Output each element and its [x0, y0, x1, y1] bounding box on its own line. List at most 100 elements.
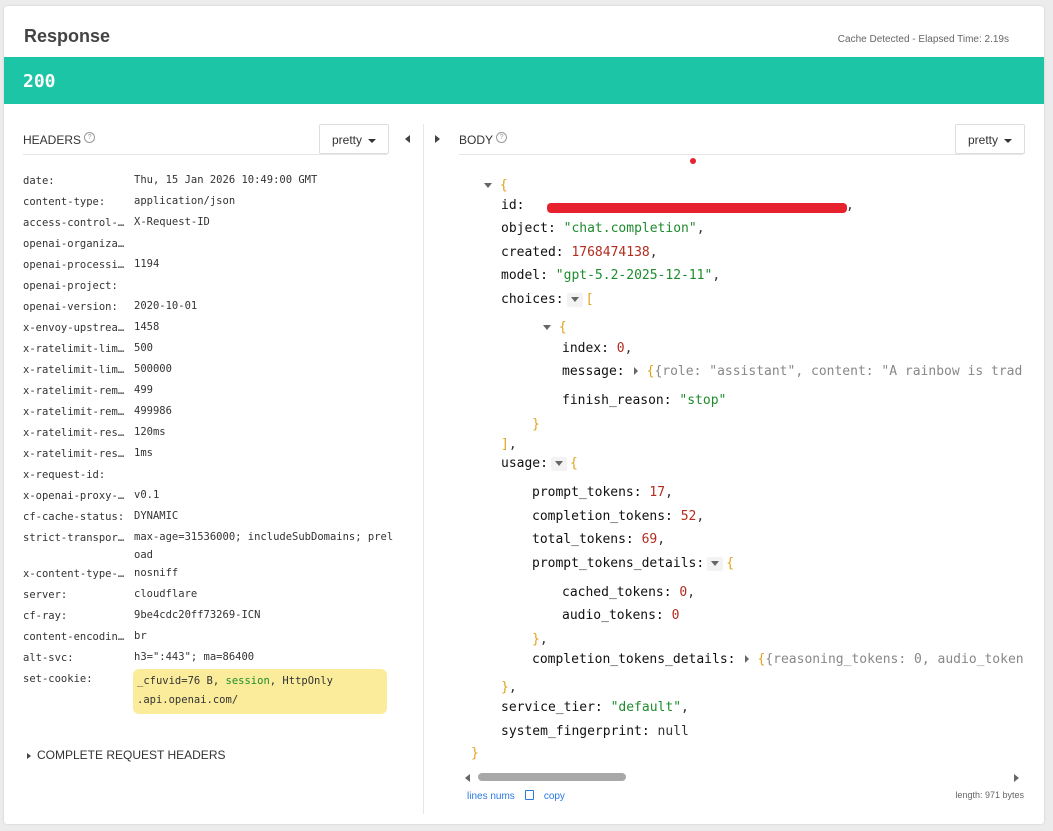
json-key: system_fingerprint: [501, 724, 650, 739]
header-value[interactable]: h3=":443"; ma=86400 [134, 648, 398, 669]
table-row: strict-transpor… max-age=31536000; includ… [23, 528, 398, 564]
scroll-left-icon[interactable] [465, 774, 470, 782]
headers-format-dropdown[interactable]: pretty [319, 124, 390, 154]
json-preview: {reasoning_tokens: 0, audio_tokens [765, 652, 1024, 667]
header-value[interactable]: 1194 [134, 255, 398, 276]
panel-divider[interactable] [423, 124, 424, 814]
json-choices: choices:[ [501, 292, 594, 307]
header-key: x-ratelimit-rem… [23, 406, 125, 418]
help-icon[interactable]: ? [84, 132, 96, 143]
complete-request-headers-toggle[interactable]: COMPLETE REQUEST HEADERS [27, 748, 225, 762]
collapse-left-icon[interactable] [405, 135, 410, 143]
headers-format-label: pretty [332, 133, 363, 147]
json-number: 0 [671, 608, 680, 623]
header-value[interactable]: cloudflare [134, 585, 398, 606]
json-prompt-tokens: prompt_tokens: 17, [532, 485, 673, 500]
json-key: cached_tokens: [562, 585, 672, 600]
scroll-right-icon[interactable] [1014, 774, 1019, 782]
header-key: content-type: [23, 196, 106, 208]
json-index: index: 0, [562, 341, 633, 356]
table-row: x-ratelimit-lim… 500 [23, 339, 398, 360]
header-value[interactable]: 1ms [134, 444, 398, 465]
caret-right-icon [27, 752, 31, 759]
json-system-fingerprint: system_fingerprint: null [501, 724, 689, 739]
table-row: x-ratelimit-res… 120ms [23, 423, 398, 444]
json-number: 52 [680, 509, 697, 524]
header-key: openai-version: [23, 301, 118, 313]
json-usage-close: }, [501, 680, 517, 695]
table-row: x-openai-proxy-… v0.1 [23, 486, 398, 507]
json-key: total_tokens: [532, 532, 634, 547]
cookie-keyword: session [225, 675, 270, 687]
json-key: prompt_tokens_details: [532, 556, 705, 571]
header-value[interactable]: v0.1 [134, 486, 398, 507]
header-value[interactable]: max-age=31536000; includeSubDomains; pre… [134, 528, 398, 564]
copy-link[interactable]: copy [524, 790, 575, 802]
json-finish-reason: finish_reason: "stop" [562, 393, 726, 408]
json-key: message: [562, 364, 625, 379]
header-value[interactable]: 2020-10-01 [134, 297, 398, 318]
header-key: date: [23, 175, 55, 187]
header-value[interactable]: 500 [134, 339, 398, 360]
header-value[interactable]: application/json [134, 192, 398, 213]
table-row: openai-version: 2020-10-01 [23, 297, 398, 318]
collapse-icon[interactable] [566, 292, 583, 307]
json-viewer[interactable]: { id: , object: "chat.completion", creat… [468, 6, 1024, 786]
header-value[interactable]: DYNAMIC [134, 507, 398, 528]
header-value[interactable]: 499 [134, 381, 398, 402]
json-total-tokens: total_tokens: 69, [532, 532, 666, 547]
json-ptd-close: }, [532, 632, 548, 647]
expand-icon[interactable] [628, 365, 644, 379]
header-key: openai-processi… [23, 259, 125, 271]
header-value: _cfuvid=76 B, session, HttpOnly .api.ope… [133, 669, 398, 714]
collapse-icon[interactable] [543, 325, 551, 330]
header-value[interactable] [134, 276, 398, 297]
headers-divider [23, 154, 387, 155]
header-value[interactable]: nosniff [134, 564, 398, 585]
cookie-domain: .api.openai.com/ [137, 694, 239, 706]
header-value[interactable]: 9be4cdc20ff73269-ICN [134, 606, 398, 627]
collapse-icon[interactable] [484, 183, 492, 188]
header-value[interactable]: 500000 [134, 360, 398, 381]
header-key: x-openai-proxy-… [23, 490, 125, 502]
header-value[interactable]: Thu, 15 Jan 2026 10:49:00 GMT [134, 171, 398, 192]
table-row: x-ratelimit-lim… 500000 [23, 360, 398, 381]
json-number: 0 [679, 585, 688, 600]
table-row: access-control-… X-Request-ID [23, 213, 398, 234]
json-key: model: [501, 268, 548, 283]
header-value[interactable]: 499986 [134, 402, 398, 423]
collapse-icon[interactable] [550, 456, 567, 471]
header-key: x-ratelimit-res… [23, 448, 125, 460]
header-key: cf-ray: [23, 610, 68, 622]
table-row: set-cookie: _cfuvid=76 B, session, HttpO… [23, 669, 398, 714]
header-value[interactable] [134, 234, 398, 255]
header-key: x-ratelimit-res… [23, 427, 125, 439]
header-value[interactable] [134, 465, 398, 486]
json-string: "stop" [679, 393, 727, 408]
table-row: x-envoy-upstrea… 1458 [23, 318, 398, 339]
json-service-tier: service_tier: "default", [501, 700, 689, 715]
header-value[interactable]: 120ms [134, 423, 398, 444]
headers-table: date: Thu, 15 Jan 2026 10:49:00 GMT conten… [23, 171, 398, 714]
header-key: alt-svc: [23, 652, 74, 664]
scrollbar-thumb[interactable] [478, 773, 626, 781]
header-key: openai-project: [23, 280, 118, 292]
collapse-icon[interactable] [707, 556, 724, 571]
header-value[interactable]: 1458 [134, 318, 398, 339]
lines-nums-link[interactable]: lines nums [467, 791, 515, 802]
json-root-open: { [484, 178, 508, 193]
set-cookie-value[interactable]: _cfuvid=76 B, session, HttpOnly .api.ope… [133, 669, 387, 714]
expand-icon[interactable] [739, 653, 755, 667]
json-prompt-tokens-details: prompt_tokens_details:{ [532, 556, 735, 571]
header-value[interactable]: X-Request-ID [134, 213, 398, 234]
collapse-right-icon[interactable] [435, 135, 440, 143]
cookie-text: , HttpOnly [269, 675, 333, 687]
response-title: Response [24, 26, 111, 46]
headers-label: HEADERS? [23, 132, 96, 147]
header-value[interactable]: br [134, 627, 398, 648]
table-row: cf-cache-status: DYNAMIC [23, 507, 398, 528]
json-completion-tokens: completion_tokens: 52, [532, 509, 705, 524]
json-message: message: {{role: "assistant", content: "A… [562, 364, 1023, 379]
status-code: 200 [23, 71, 56, 92]
header-key: x-ratelimit-lim… [23, 364, 125, 376]
